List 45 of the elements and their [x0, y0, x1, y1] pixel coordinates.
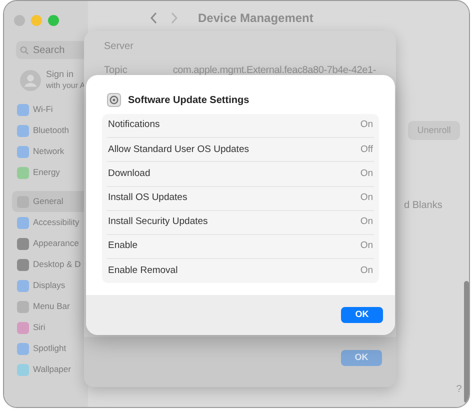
zoom-window-button[interactable]: [48, 14, 59, 26]
ok-button[interactable]: OK: [341, 307, 383, 323]
avatar-icon: [20, 70, 41, 90]
setting-label: Enable: [108, 239, 138, 254]
setting-value: On: [360, 264, 373, 278]
setting-label: Notifications: [108, 118, 160, 132]
setting-value: On: [360, 166, 373, 181]
setting-label: Install Security Updates: [108, 215, 208, 230]
search-icon: [20, 46, 29, 54]
setting-value: On: [360, 239, 373, 254]
sidebar-label: Menu Bar: [33, 300, 70, 313]
field-value: com.apple.mgmt.External.feac8a80-7b4e-42e1-: [172, 64, 376, 78]
setting-value: On: [360, 191, 373, 206]
setting-label: Allow Standard User OS Updates: [108, 142, 249, 157]
window-title: Device Management: [198, 10, 314, 27]
sidebar-label: Bluetooth: [33, 124, 69, 137]
setting-label: d Blanks: [404, 199, 442, 213]
sidebar-label: Wi-Fi: [33, 103, 53, 116]
field-label: Server: [104, 40, 134, 54]
sidebar-label: Siri: [33, 321, 46, 334]
setting-label: Enable Removal: [108, 264, 178, 278]
setting-value: On: [360, 118, 373, 132]
minimize-window-button[interactable]: [31, 14, 42, 26]
sidebar-label: Appearance: [33, 237, 79, 250]
sidebar-label: Displays: [33, 279, 66, 292]
sidebar-label: General: [33, 195, 64, 208]
scrollbar[interactable]: [464, 281, 469, 403]
sidebar-label: Wallpaper: [33, 363, 71, 376]
sidebar-label: Desktop & D: [33, 258, 81, 271]
help-button[interactable]: ?: [452, 382, 466, 396]
back-icon[interactable]: [150, 12, 158, 24]
sign-in-label: Sign in: [46, 69, 75, 80]
sidebar-label: Spotlight: [33, 342, 66, 355]
sidebar-label: Network: [33, 145, 64, 158]
dialog-title: Software Update Settings: [128, 94, 250, 108]
sidebar-label: Accessibility: [33, 216, 80, 229]
setting-label: Download: [108, 166, 150, 181]
forward-icon[interactable]: [170, 12, 178, 24]
sidebar-label: Energy: [33, 166, 60, 179]
field-label: Topic: [104, 64, 128, 78]
setting-value: On: [360, 215, 373, 230]
ok-button[interactable]: OK: [341, 350, 382, 366]
setting-label: Install OS Updates: [108, 191, 188, 206]
close-window-button[interactable]: [14, 14, 25, 26]
setting-value: Off: [360, 142, 373, 157]
